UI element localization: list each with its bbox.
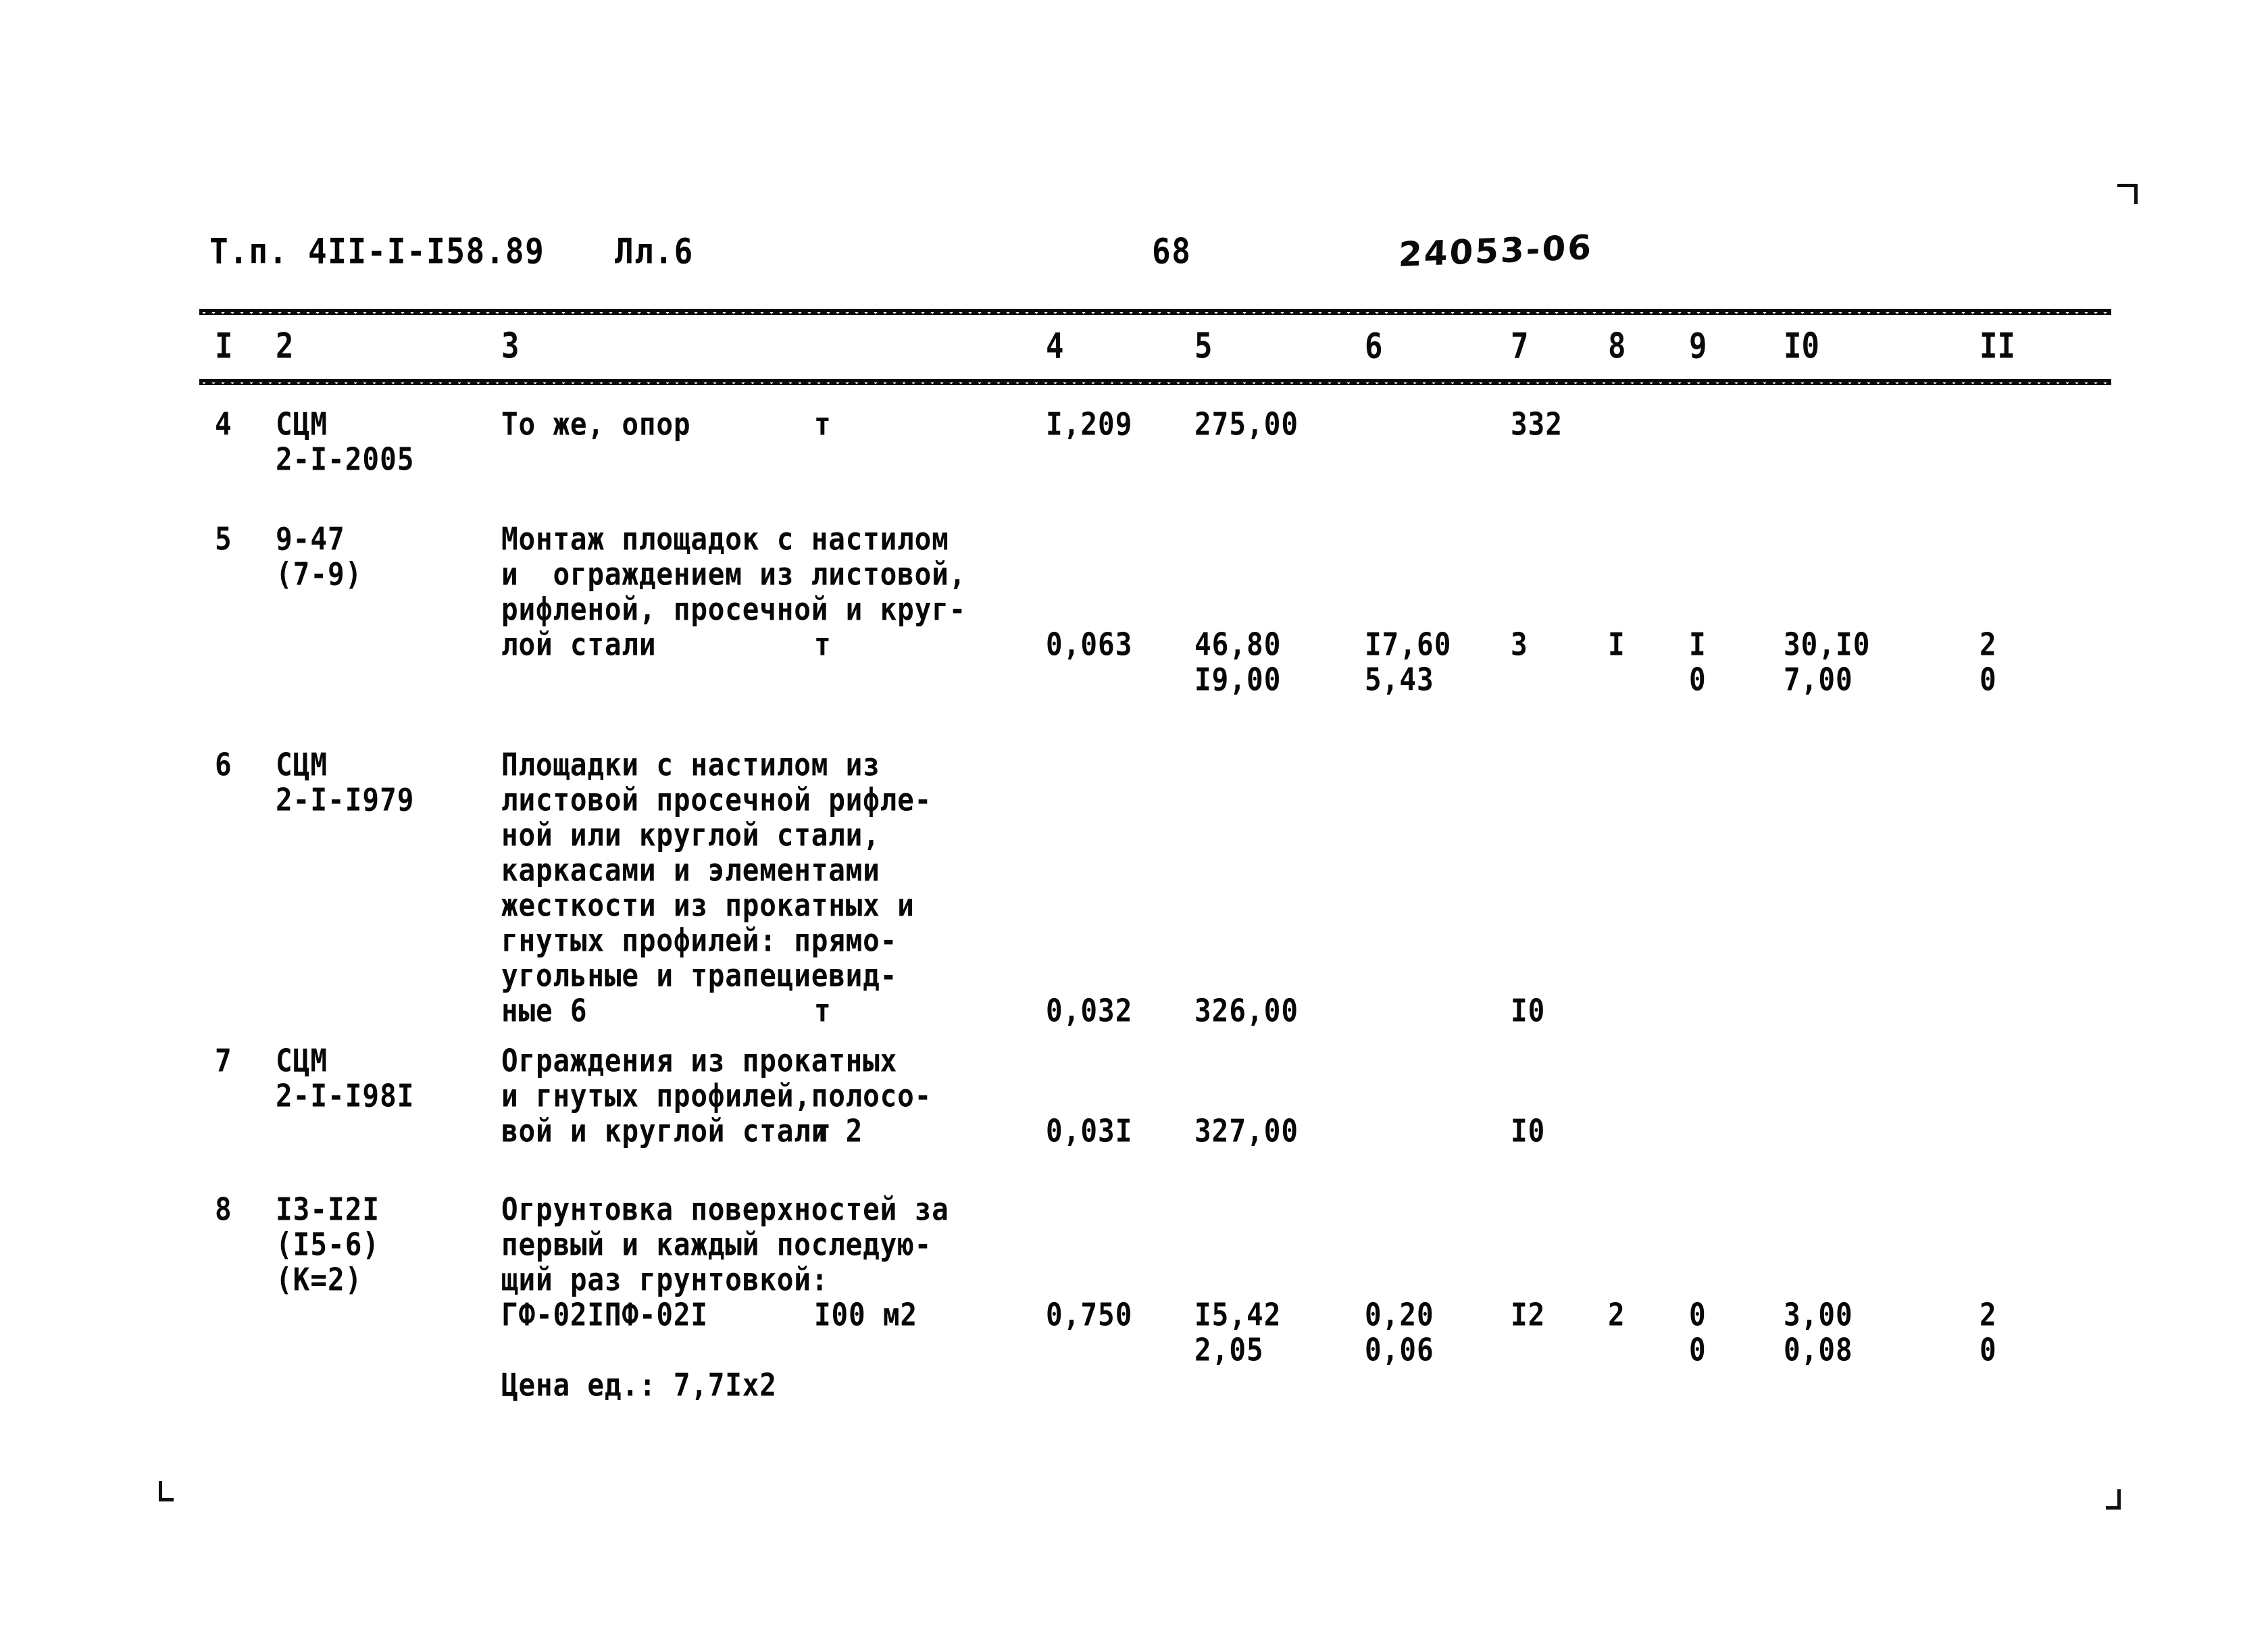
- row-code-line: 2-I-I98I: [276, 1077, 415, 1114]
- row-col4-quantity: 0,032: [1046, 992, 1133, 1029]
- row-col9-bottom: 0: [1689, 1331, 1707, 1368]
- row-unit: т: [814, 992, 832, 1029]
- row-col10-bottom: 0,08: [1784, 1331, 1853, 1368]
- row-description-line: лой стали: [501, 626, 657, 663]
- row-code-line: I3-I2I: [276, 1191, 380, 1228]
- row-col7: 3: [1511, 626, 1528, 663]
- row-col5-top: 326,00: [1194, 992, 1299, 1029]
- table-body: 4 СЦМ 2-I-2005 То же, опор т I,209 275,00 332 5 9…: [0, 0, 2268, 1642]
- row-description-line: листовой просечной рифле-: [501, 781, 932, 818]
- row-col9-top: 0: [1689, 1296, 1707, 1333]
- row-description-line: щий раз грунтовкой:: [501, 1261, 829, 1298]
- row-description-line: ные 6: [501, 992, 588, 1029]
- row-code-line: СЦМ: [276, 746, 328, 783]
- row-col9-top: I: [1689, 626, 1707, 663]
- row-col4-quantity: I,209: [1046, 405, 1133, 443]
- row-col7: I0: [1511, 992, 1546, 1029]
- row-col5-top: 327,00: [1194, 1112, 1299, 1149]
- row-col10-top: 3,00: [1784, 1296, 1853, 1333]
- row-description-line: угольные и трапециевид-: [501, 957, 898, 994]
- row-col7: 332: [1511, 405, 1563, 443]
- row-description-line: Огрунтовка поверхностей за: [501, 1191, 949, 1228]
- row-code-line: 2-I-I979: [276, 781, 415, 818]
- row-col10-top: 30,I0: [1784, 626, 1871, 663]
- row-description-line: и гнутых профилей,полосо-: [501, 1077, 932, 1114]
- row-description-line: ГФ-02IПФ-02I: [501, 1296, 708, 1333]
- row-description-line: Ограждения из прокатных: [501, 1042, 898, 1079]
- row-col6-bottom: 0,06: [1365, 1331, 1434, 1368]
- row-col5-bottom: I9,00: [1194, 661, 1282, 698]
- row-col4-quantity: 0,063: [1046, 626, 1133, 663]
- row-description-line: То же, опор: [501, 405, 691, 443]
- row-col5-top: I5,42: [1194, 1296, 1282, 1333]
- row-unit: т: [814, 1112, 832, 1149]
- row-code-line: (I5-6): [276, 1226, 380, 1263]
- row-description-line: жесткости из прокатных и: [501, 887, 915, 924]
- row-number: 6: [215, 746, 232, 783]
- row-col6-top: I7,60: [1365, 626, 1452, 663]
- row-col5-top: 275,00: [1194, 405, 1299, 443]
- row-number: 4: [215, 405, 232, 443]
- row-code-line: СЦМ: [276, 1042, 328, 1079]
- row-col6-top: 0,20: [1365, 1296, 1434, 1333]
- row-code-line: СЦМ: [276, 405, 328, 443]
- row-number: 5: [215, 520, 232, 557]
- row-description-line: рифленой, просечной и круг-: [501, 591, 967, 628]
- row-col7: I2: [1511, 1296, 1546, 1333]
- document-page: Т.п. 4II-I-I58.89 Лл.6 68 24053-06 I2345…: [0, 0, 2268, 1642]
- row-note: Цена ед.: 7,7Iх2: [501, 1366, 777, 1403]
- row-col8: 2: [1608, 1296, 1626, 1333]
- row-description-line: гнутых профилей: прямо-: [501, 922, 898, 959]
- row-col11-top: 2: [1980, 626, 1997, 663]
- row-col11-bottom: 0: [1980, 661, 1997, 698]
- row-col4-quantity: 0,03I: [1046, 1112, 1133, 1149]
- row-code-line: (К=2): [276, 1261, 363, 1298]
- row-code-line: (7-9): [276, 555, 363, 593]
- row-col10-bottom: 7,00: [1784, 661, 1853, 698]
- row-description-line: каркасами и элементами: [501, 851, 880, 889]
- row-col7: I0: [1511, 1112, 1546, 1149]
- row-col9-bottom: 0: [1689, 661, 1707, 698]
- row-description-line: Монтаж площадок с настилом: [501, 520, 949, 557]
- row-col5-top: 46,80: [1194, 626, 1282, 663]
- row-description-line: ной или круглой стали,: [501, 816, 880, 853]
- row-description-line: первый и каждый последую-: [501, 1226, 932, 1263]
- row-unit: т: [814, 626, 832, 663]
- row-description-line: Площадки с настилом из: [501, 746, 880, 783]
- row-number: 8: [215, 1191, 232, 1228]
- row-description-line: и ограждением из листовой,: [501, 555, 967, 593]
- row-col4-quantity: 0,750: [1046, 1296, 1133, 1333]
- row-unit: I00 м2: [814, 1296, 917, 1333]
- row-code-line: 9-47: [276, 520, 345, 557]
- row-col6-bottom: 5,43: [1365, 661, 1434, 698]
- row-col11-top: 2: [1980, 1296, 1997, 1333]
- row-description-line: вой и круглой стали 2: [501, 1112, 863, 1149]
- row-col5-bottom: 2,05: [1194, 1331, 1264, 1368]
- row-code-line: 2-I-2005: [276, 441, 415, 478]
- row-col8: I: [1608, 626, 1626, 663]
- row-col11-bottom: 0: [1980, 1331, 1997, 1368]
- row-number: 7: [215, 1042, 232, 1079]
- row-unit: т: [814, 405, 832, 443]
